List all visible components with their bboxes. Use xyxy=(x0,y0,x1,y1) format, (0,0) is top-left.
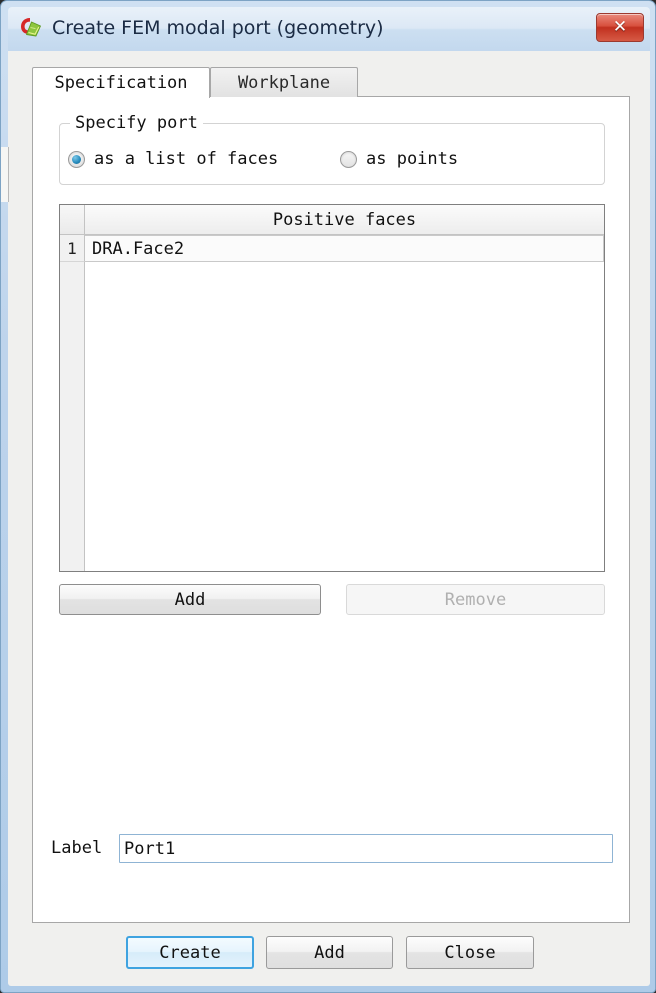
create-button[interactable]: Create xyxy=(126,936,254,969)
specify-port-groupbox: Specify port as a list of faces as point… xyxy=(59,113,605,185)
window-title: Create FEM modal port (geometry) xyxy=(52,17,384,39)
cst-application-icon xyxy=(18,15,44,41)
table-row-number: 1 xyxy=(60,235,85,262)
close-icon: ✕ xyxy=(612,17,628,37)
dialog-body: Specification Workplane Specify port as … xyxy=(1,51,650,986)
table-row[interactable]: 1 DRA.Face2 xyxy=(60,235,604,262)
table-header-positive-faces: Positive faces xyxy=(85,205,604,234)
radio-selected-icon xyxy=(68,150,85,168)
close-dialog-button[interactable]: Close xyxy=(406,936,534,969)
radio-as-a-list-of-faces[interactable]: as a list of faces xyxy=(68,146,278,172)
label-caption: Label xyxy=(51,838,103,858)
specify-port-radio-row: as a list of faces as points xyxy=(68,146,598,172)
add-button[interactable]: Add xyxy=(266,936,393,969)
label-input[interactable] xyxy=(119,834,613,863)
table-rownumber-column xyxy=(60,235,85,571)
table-header-corner xyxy=(60,205,85,234)
remove-face-button: Remove xyxy=(346,584,605,615)
label-row: Label xyxy=(51,834,613,863)
dialog-window-inner: Create FEM modal port (geometry) ✕ Speci… xyxy=(1,7,650,986)
dialog-window: Create FEM modal port (geometry) ✕ Speci… xyxy=(0,0,656,993)
title-bar[interactable]: Create FEM modal port (geometry) ✕ xyxy=(8,7,650,51)
radio-as-points-label: as points xyxy=(366,149,459,169)
tab-panel-specification: Specify port as a list of faces as point… xyxy=(32,96,630,923)
tab-strip: Specification Workplane xyxy=(32,67,630,98)
table-body: 1 DRA.Face2 xyxy=(60,235,604,571)
table-header-row: Positive faces xyxy=(60,205,604,235)
tab-workplane[interactable]: Workplane xyxy=(210,67,358,97)
radio-as-points[interactable]: as points xyxy=(340,146,458,172)
table-cell-face-name[interactable]: DRA.Face2 xyxy=(85,235,604,262)
tab-specification[interactable]: Specification xyxy=(32,67,210,98)
positive-faces-table[interactable]: Positive faces 1 DRA.Face2 xyxy=(59,204,605,572)
radio-unselected-icon xyxy=(340,150,357,168)
close-button[interactable]: ✕ xyxy=(596,13,644,42)
radio-as-a-list-of-faces-label: as a list of faces xyxy=(94,149,279,169)
specify-port-group-title: Specify port xyxy=(70,113,203,133)
background-window-edge xyxy=(1,147,9,202)
add-face-button[interactable]: Add xyxy=(59,584,321,615)
